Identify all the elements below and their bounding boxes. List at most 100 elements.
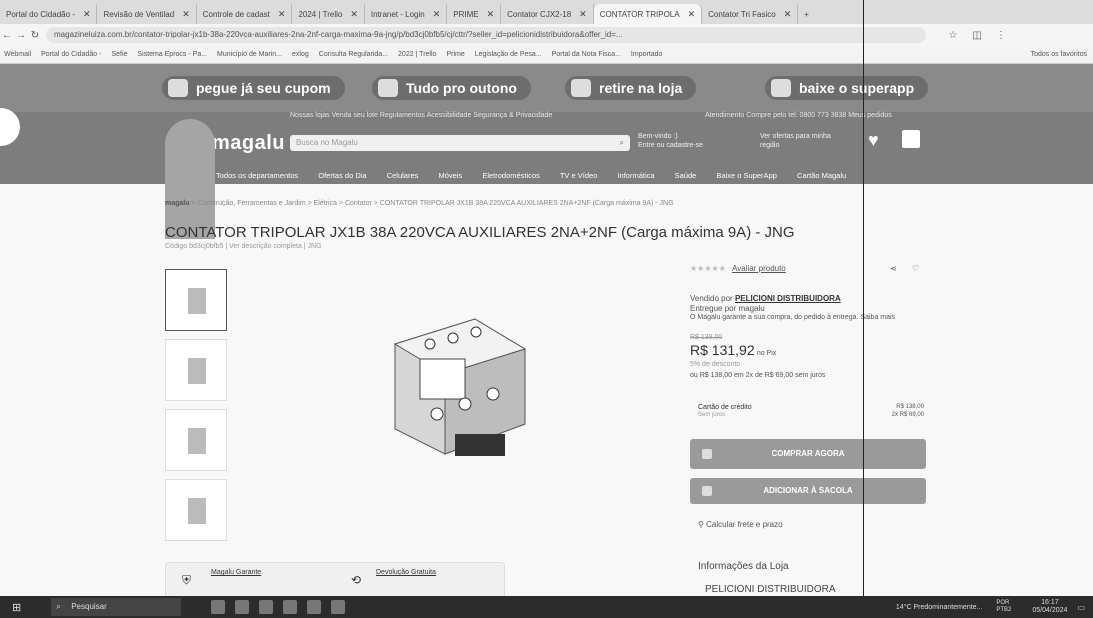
tab-trello[interactable]: 2024 | Trello ✕ xyxy=(292,4,365,24)
close-tab-icon[interactable]: ✕ xyxy=(433,9,441,20)
tab-label: 2024 | Trello xyxy=(298,9,343,19)
edge-icon[interactable] xyxy=(283,600,298,614)
thumbnail-1[interactable] xyxy=(165,269,227,331)
buy-now-button[interactable]: COMPRAR AGORA xyxy=(690,439,926,469)
tab-contator-tripolar[interactable]: CONTATOR TRIPOLA ✕ xyxy=(593,4,703,24)
taskbar-search[interactable]: ⌕ Pesquisar xyxy=(51,598,182,616)
promo-superapp[interactable]: baixe o superapp xyxy=(765,76,929,100)
bookmark[interactable]: exlog xyxy=(292,51,309,58)
bookmark[interactable]: Webmail xyxy=(4,51,31,58)
tab-prime[interactable]: PRIME ✕ xyxy=(447,4,502,24)
task-view-icon[interactable] xyxy=(211,600,226,614)
thumbnail-3[interactable] xyxy=(165,409,227,471)
promo-store-pickup[interactable]: retire na loja xyxy=(565,76,697,100)
star-icon[interactable]: ☆ xyxy=(946,30,960,41)
extensions-icon[interactable]: ◫ xyxy=(970,30,984,41)
login-line1: Bem-vindo :) xyxy=(638,133,678,140)
thumbnail-2[interactable] xyxy=(165,339,227,401)
promo-label: Tudo pro outono xyxy=(406,80,517,96)
bookmark[interactable]: Prime xyxy=(446,51,464,58)
reload-icon[interactable]: ↻ xyxy=(28,30,42,41)
magalu-logo[interactable]: magalu xyxy=(212,132,285,155)
notifications-icon[interactable]: ▭ xyxy=(1077,603,1085,612)
menu-icon[interactable]: ⋮ xyxy=(994,30,1008,41)
tab-contator-cjx2[interactable]: Contator CJX2-18 ✕ xyxy=(501,4,594,24)
file-explorer-icon[interactable] xyxy=(259,600,274,614)
close-tab-icon[interactable]: ✕ xyxy=(83,9,91,20)
bookmark[interactable]: 2022 | Trello xyxy=(398,51,436,58)
promo-label: baixe o superapp xyxy=(799,80,915,96)
login-link[interactable]: Bem-vindo :) Entre ou cadastre-se xyxy=(638,132,703,150)
search-input[interactable]: Busca no Magalu ⌕ xyxy=(290,135,630,151)
nav-health[interactable]: Saúde xyxy=(675,171,697,180)
promo-autumn[interactable]: Tudo pro outono xyxy=(372,76,531,100)
close-tab-icon[interactable]: ✕ xyxy=(487,9,495,20)
nav-all-departments[interactable]: Todos os departamentos xyxy=(216,171,298,180)
forward-icon[interactable]: → xyxy=(14,30,28,41)
nav-furniture[interactable]: Móveis xyxy=(438,171,462,180)
guarantee-note[interactable]: O Magalu garante a sua compra, do pedido… xyxy=(690,314,895,321)
nav-superapp[interactable]: Baixe o SuperApp xyxy=(716,171,776,180)
bookmark[interactable]: Sistema Eprocs - Pa... xyxy=(137,51,207,58)
shipping-label: Calcular frete e prazo xyxy=(706,520,783,529)
product-subtitle[interactable]: Código bd3cj0bfb5 | Ver descrição comple… xyxy=(165,243,322,250)
nav-tv[interactable]: TV e Vídeo xyxy=(560,171,598,180)
top-links-left[interactable]: Nossas lojas Venda seu lote Regulamentos… xyxy=(290,112,552,119)
new-tab-button[interactable]: + xyxy=(798,4,815,24)
discount-text: 5% de desconto xyxy=(690,361,741,368)
thumbnail-image xyxy=(188,288,206,314)
bookmark[interactable]: Todos os favoritos xyxy=(1031,51,1087,58)
share-icon[interactable]: ⋖ xyxy=(890,264,897,273)
add-to-bag-button[interactable]: ADICIONAR À SACOLA xyxy=(690,478,926,504)
shipping-calculator-link[interactable]: ⚲ Calcular frete e prazo xyxy=(698,520,783,529)
card-label[interactable]: Cartão de crédito xyxy=(698,404,752,411)
close-tab-icon[interactable]: ✕ xyxy=(278,9,286,20)
nav-computers[interactable]: Informática xyxy=(617,171,654,180)
close-tab-icon[interactable]: ✕ xyxy=(182,9,190,20)
close-tab-icon[interactable]: ✕ xyxy=(350,9,358,20)
chrome-icon[interactable] xyxy=(235,600,250,614)
weather-widget[interactable]: 14°C Predominantemente... xyxy=(896,604,982,611)
bookmark[interactable]: Legislação de Pesa... xyxy=(475,51,542,58)
wishlist-heart-icon[interactable]: ♥ xyxy=(868,130,879,151)
store-name[interactable]: PELICIONI DISTRIBUIDORA xyxy=(705,584,836,595)
clock[interactable]: 16:17 05/04/2024 xyxy=(1032,599,1067,615)
nav-card[interactable]: Cartão Magalu xyxy=(797,171,846,180)
url-field[interactable]: magazineluiza.com.br/contator-tripolar-j… xyxy=(46,27,926,43)
tab-revisao[interactable]: Revisão de Ventilad ✕ xyxy=(97,4,197,24)
language-indicator[interactable]: POR PTB2 xyxy=(996,600,1024,614)
app-icon[interactable] xyxy=(331,600,346,614)
bookmark[interactable]: Sefie xyxy=(111,51,127,58)
mail-icon[interactable] xyxy=(307,600,322,614)
back-icon[interactable]: ← xyxy=(0,30,14,41)
bookmark[interactable]: Portal do Cidadão - xyxy=(41,51,101,58)
close-tab-icon[interactable]: ✕ xyxy=(579,9,587,20)
close-tab-icon[interactable]: ✕ xyxy=(784,9,792,20)
tab-intranet[interactable]: Intranet - Login ✕ xyxy=(365,4,448,24)
promo-coupon[interactable]: pegue já seu cupom xyxy=(162,76,345,100)
tab-contator-trifasico[interactable]: Contator Tri Fasico ✕ xyxy=(702,4,799,24)
bookmark[interactable]: Importado xyxy=(631,51,663,58)
thumbnail-4[interactable] xyxy=(165,479,227,541)
location-link[interactable]: Ver ofertas para minha região xyxy=(760,132,831,150)
breadcrumb-home[interactable]: magalu xyxy=(165,200,190,207)
bookmark[interactable]: Município de Marin... xyxy=(217,51,282,58)
tab-portal-cidadao[interactable]: Portal do Cidadão - ✕ xyxy=(0,4,98,24)
nav-phones[interactable]: Celulares xyxy=(387,171,419,180)
magalu-guarantee-link[interactable]: Magalu Garante xyxy=(211,569,261,576)
close-tab-icon[interactable]: ✕ xyxy=(688,9,696,20)
nav-deals[interactable]: Ofertas do Dia xyxy=(318,171,366,180)
bookmark[interactable]: Consulta Regularida... xyxy=(319,51,388,58)
windows-start-icon[interactable]: ⊞ xyxy=(12,601,21,614)
rate-product-link[interactable]: Avaliar produto xyxy=(732,264,786,273)
search-icon[interactable]: ⌕ xyxy=(620,135,624,151)
cart-icon[interactable] xyxy=(902,130,920,148)
free-return-link[interactable]: Devolução Gratuita xyxy=(376,569,436,576)
bookmark[interactable]: Portal da Nota Fisca... xyxy=(552,51,621,58)
favorite-icon[interactable]: ♡ xyxy=(912,264,919,273)
tab-controle[interactable]: Controle de cadast ✕ xyxy=(197,4,293,24)
promo-bar: pegue já seu cupom Tudo pro outono retir… xyxy=(0,64,1093,112)
seller-link[interactable]: PELICIONI DISTRIBUIDORA xyxy=(735,294,841,303)
breadcrumb-path[interactable]: > Construção, Ferramentas e Jardim > Elé… xyxy=(191,200,673,207)
nav-appliances[interactable]: Eletrodomésticos xyxy=(482,171,540,180)
